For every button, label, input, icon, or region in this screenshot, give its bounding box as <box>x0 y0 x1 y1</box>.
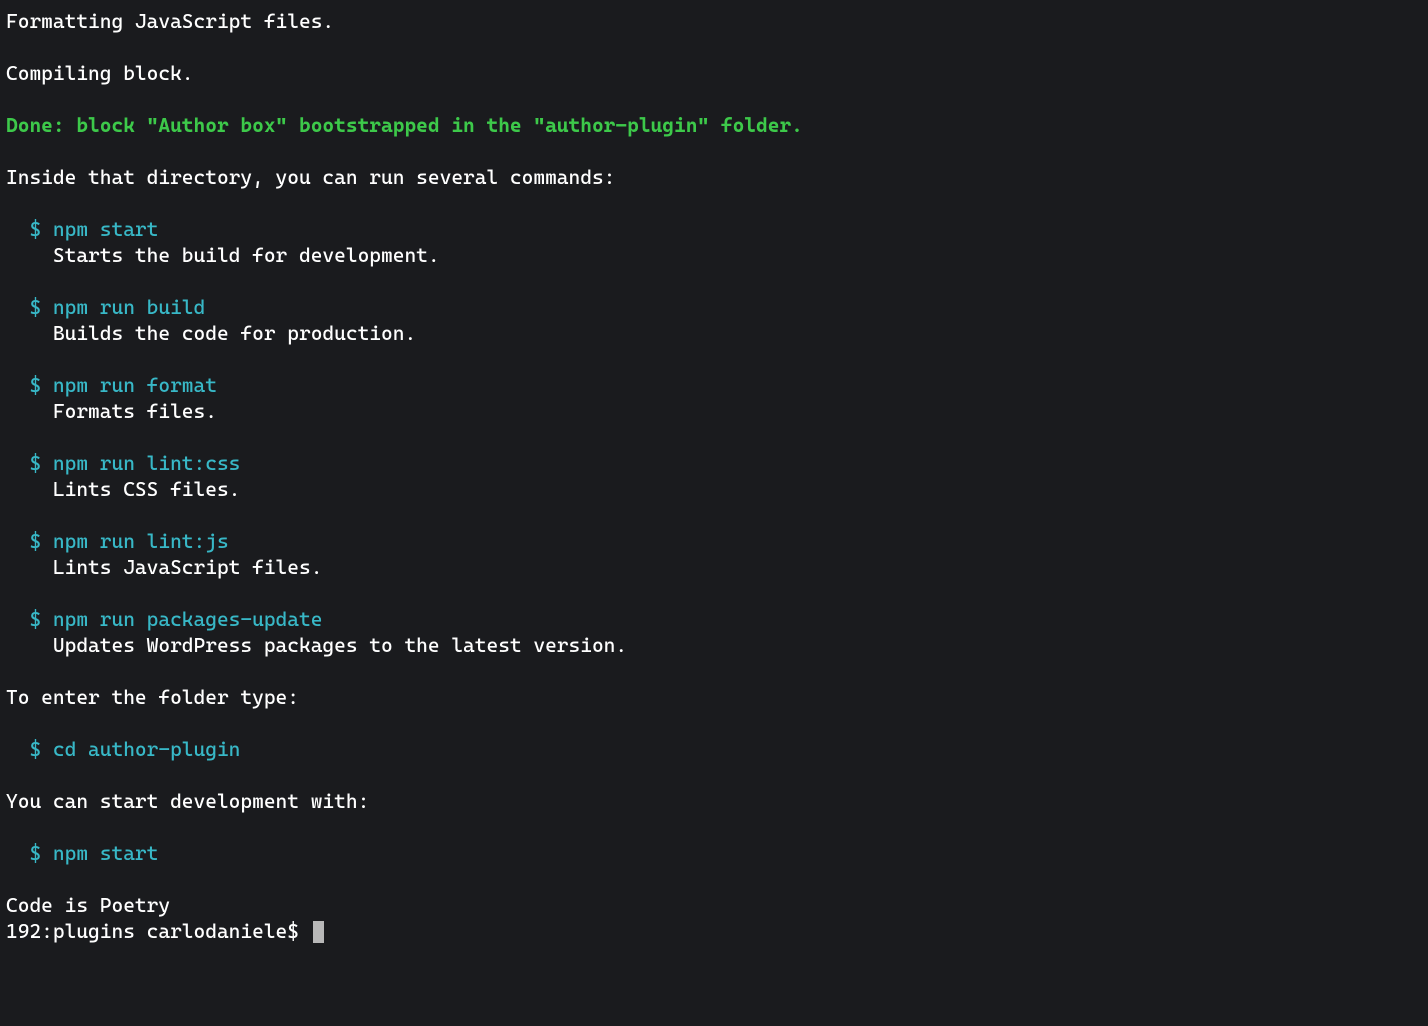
command-npm-format: $ npm run format <box>6 372 1422 398</box>
enter-folder-text: To enter the folder type: <box>6 684 1422 710</box>
command-desc: Lints CSS files. <box>6 476 1422 502</box>
cmd-prefix: $ <box>6 217 53 241</box>
cursor-icon <box>313 921 324 943</box>
cmd-prefix: $ <box>6 841 53 865</box>
status-formatting: Formatting JavaScript files. <box>6 8 1422 34</box>
cmd-text: cd author-plugin <box>53 737 241 761</box>
command-desc: Lints JavaScript files. <box>6 554 1422 580</box>
cmd-prefix: $ <box>6 737 53 761</box>
cmd-prefix: $ <box>6 295 53 319</box>
cmd-text: npm run lint:css <box>53 451 241 475</box>
prompt-text: 192:plugins carlodaniele$ <box>6 919 311 943</box>
intro-text: Inside that directory, you can run sever… <box>6 164 1422 190</box>
cmd-text: npm run format <box>53 373 217 397</box>
cmd-prefix: $ <box>6 607 53 631</box>
command-desc: Builds the code for production. <box>6 320 1422 346</box>
command-npm-build: $ npm run build <box>6 294 1422 320</box>
cmd-text: npm run lint:js <box>53 529 229 553</box>
command-npm-packages-update: $ npm run packages-update <box>6 606 1422 632</box>
command-npm-lint-js: $ npm run lint:js <box>6 528 1422 554</box>
cmd-prefix: $ <box>6 451 53 475</box>
cmd-text: npm run packages-update <box>53 607 323 631</box>
cd-command: $ cd author-plugin <box>6 736 1422 762</box>
start-dev-text: You can start development with: <box>6 788 1422 814</box>
done-message: Done: block "Author box" bootstrapped in… <box>6 112 1422 138</box>
cmd-prefix: $ <box>6 373 53 397</box>
poetry-text: Code is Poetry <box>6 892 1422 918</box>
command-desc: Updates WordPress packages to the latest… <box>6 632 1422 658</box>
command-npm-lint-css: $ npm run lint:css <box>6 450 1422 476</box>
command-npm-start: $ npm start <box>6 216 1422 242</box>
status-compiling: Compiling block. <box>6 60 1422 86</box>
command-desc: Formats files. <box>6 398 1422 424</box>
npm-start-command: $ npm start <box>6 840 1422 866</box>
cmd-text: npm run build <box>53 295 205 319</box>
command-desc: Starts the build for development. <box>6 242 1422 268</box>
cmd-text: npm start <box>53 841 158 865</box>
cmd-text: npm start <box>53 217 158 241</box>
prompt-line[interactable]: 192:plugins carlodaniele$ <box>6 918 1422 944</box>
cmd-prefix: $ <box>6 529 53 553</box>
